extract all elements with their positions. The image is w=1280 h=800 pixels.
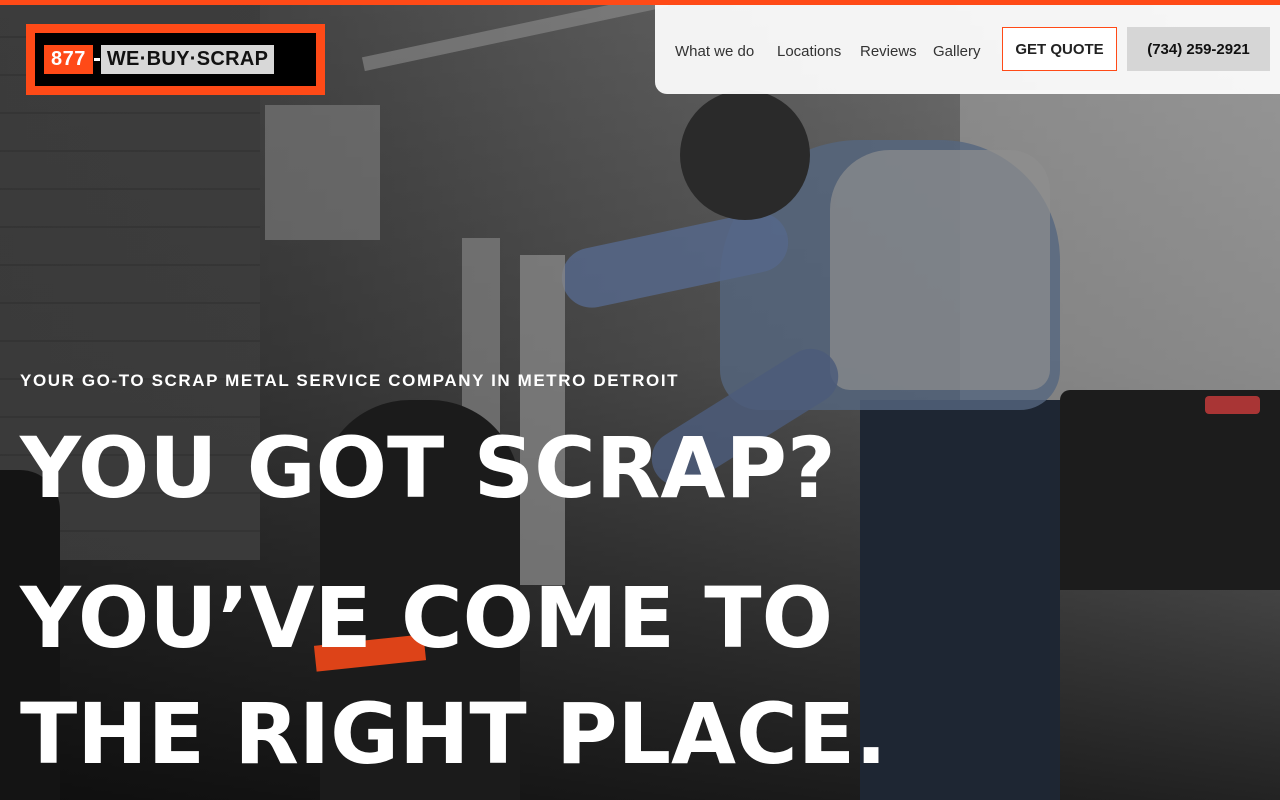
logo-text: WE·BUY·SCRAP [100, 45, 275, 74]
logo-dash [93, 58, 100, 61]
bg-truck [1060, 390, 1280, 590]
site-logo[interactable]: 877 WE·BUY·SCRAP [26, 24, 325, 95]
bg-electrical-panel [265, 105, 380, 240]
get-quote-button[interactable]: GET QUOTE [1002, 27, 1117, 71]
bg-worker-head [680, 90, 810, 220]
nav-link-reviews[interactable]: Reviews [860, 43, 917, 61]
logo-number: 877 [44, 45, 93, 74]
bg-worker-legs [860, 400, 1060, 800]
nav-link-gallery[interactable]: Gallery [933, 43, 981, 61]
hero-headline: YOU GOT SCRAP? [20, 419, 836, 517]
hero-section: 877 WE·BUY·SCRAP What we do Locations Re… [0, 0, 1280, 800]
phone-button[interactable]: (734) 259-2921 [1127, 27, 1270, 71]
bg-pipe [361, 0, 669, 72]
hero-subheadline-line-1: YOU’VE COME TO [20, 569, 833, 667]
main-nav: What we do Locations Reviews Gallery GET… [655, 5, 1280, 94]
bg-truck-light [1205, 396, 1260, 414]
bg-worker-vest [830, 150, 1050, 390]
logo-inner: 877 WE·BUY·SCRAP [35, 33, 316, 86]
hero-eyebrow: YOUR GO-TO SCRAP METAL SERVICE COMPANY I… [20, 371, 680, 390]
nav-link-locations[interactable]: Locations [777, 43, 841, 61]
hero-subheadline-line-2: THE RIGHT PLACE. [20, 685, 887, 783]
nav-link-what-we-do[interactable]: What we do [675, 43, 754, 61]
